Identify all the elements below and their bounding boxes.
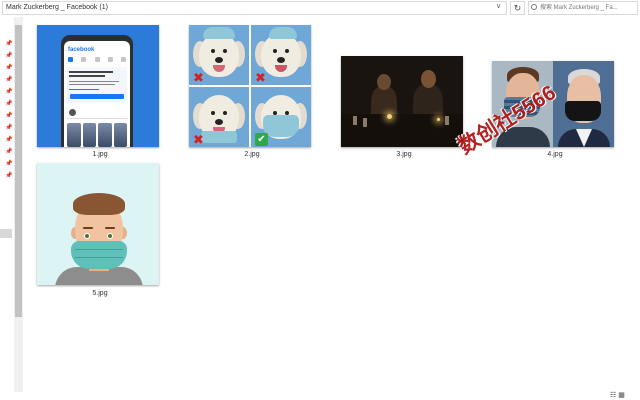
pin-icon[interactable]: 📌	[5, 137, 12, 143]
file-label-5: 5.jpg	[92, 290, 108, 297]
dog-cell: ✖	[189, 25, 249, 85]
facebook-composer	[67, 107, 127, 119]
view-toggle-icons[interactable]: ☷ ▦	[610, 391, 625, 399]
search-input[interactable]: 搜索 Mark Zuckerberg _ Fa...	[528, 1, 638, 15]
black-mask	[565, 101, 601, 121]
pin-icon[interactable]: 📌	[5, 53, 12, 59]
file-item-3[interactable]: 3.jpg	[335, 25, 463, 163]
address-bar[interactable]: Mark Zuckerberg _ Facebook (1)	[2, 1, 507, 15]
pin-icon[interactable]: 📌	[5, 113, 12, 119]
dog-cell: ✔	[251, 87, 311, 147]
x-mark-icon: ✖	[193, 132, 204, 147]
dog-cell: ✖	[189, 87, 249, 147]
navigation-pane: 📌 📌 📌 📌 📌 📌 📌 📌 📌 📌 📌 📌	[0, 17, 14, 400]
file-item-5[interactable]: 5.jpg	[31, 163, 159, 299]
refresh-icon[interactable]: ↻	[510, 1, 525, 15]
facebook-logo: facebook	[68, 47, 95, 53]
pin-icon[interactable]: 📌	[5, 125, 12, 131]
pin-icon[interactable]: 📌	[5, 89, 12, 95]
chevron-down-icon[interactable]: ∨	[496, 1, 501, 13]
address-toolbar: Mark Zuckerberg _ Facebook (1) ∨ ↻ 搜索 Ma…	[0, 0, 640, 17]
file-label-3: 3.jpg	[396, 151, 412, 158]
file-item-2[interactable]: ✖ ✖ ✖ ✔ 2.jpg	[183, 25, 311, 163]
phone-screen: facebook	[64, 41, 130, 147]
thumbnail-5[interactable]	[37, 163, 159, 285]
pin-icon[interactable]: 📌	[5, 41, 12, 47]
file-label-4: 4.jpg	[547, 151, 563, 158]
pin-icon[interactable]: 📌	[5, 101, 12, 107]
x-mark-icon: ✖	[193, 70, 204, 85]
facebook-tab-icons	[68, 57, 126, 63]
pin-icon[interactable]: 📌	[5, 161, 12, 167]
pin-icon[interactable]: 📌	[5, 77, 12, 83]
phone-image: facebook	[61, 35, 133, 147]
thumbnail-2[interactable]: ✖ ✖ ✖ ✔	[189, 25, 311, 147]
pin-icon[interactable]: 📌	[5, 173, 12, 179]
content-scrollbar[interactable]	[627, 17, 640, 392]
file-label-1: 1.jpg	[92, 151, 108, 158]
facebook-card	[67, 67, 127, 103]
search-placeholder: 搜索 Mark Zuckerberg _ Fa...	[540, 5, 618, 11]
thumbnail-3[interactable]	[341, 56, 463, 147]
check-mark-icon: ✔	[255, 133, 268, 146]
dog-cell: ✖	[251, 25, 311, 85]
pin-icon[interactable]: 📌	[5, 149, 12, 155]
file-label-2: 2.jpg	[244, 151, 260, 158]
file-item-1[interactable]: facebook 1.jpg	[31, 25, 159, 163]
address-path: Mark Zuckerberg _ Facebook (1)	[6, 4, 108, 11]
nav-selected-item[interactable]	[0, 229, 12, 238]
teal-mask	[71, 241, 127, 269]
search-icon	[531, 4, 537, 10]
thumbnail-1[interactable]: facebook	[37, 25, 159, 147]
x-mark-icon: ✖	[255, 70, 266, 85]
pin-icon[interactable]: 📌	[5, 65, 12, 71]
nav-scrollbar-thumb[interactable]	[15, 25, 22, 317]
facebook-stories	[67, 123, 127, 147]
